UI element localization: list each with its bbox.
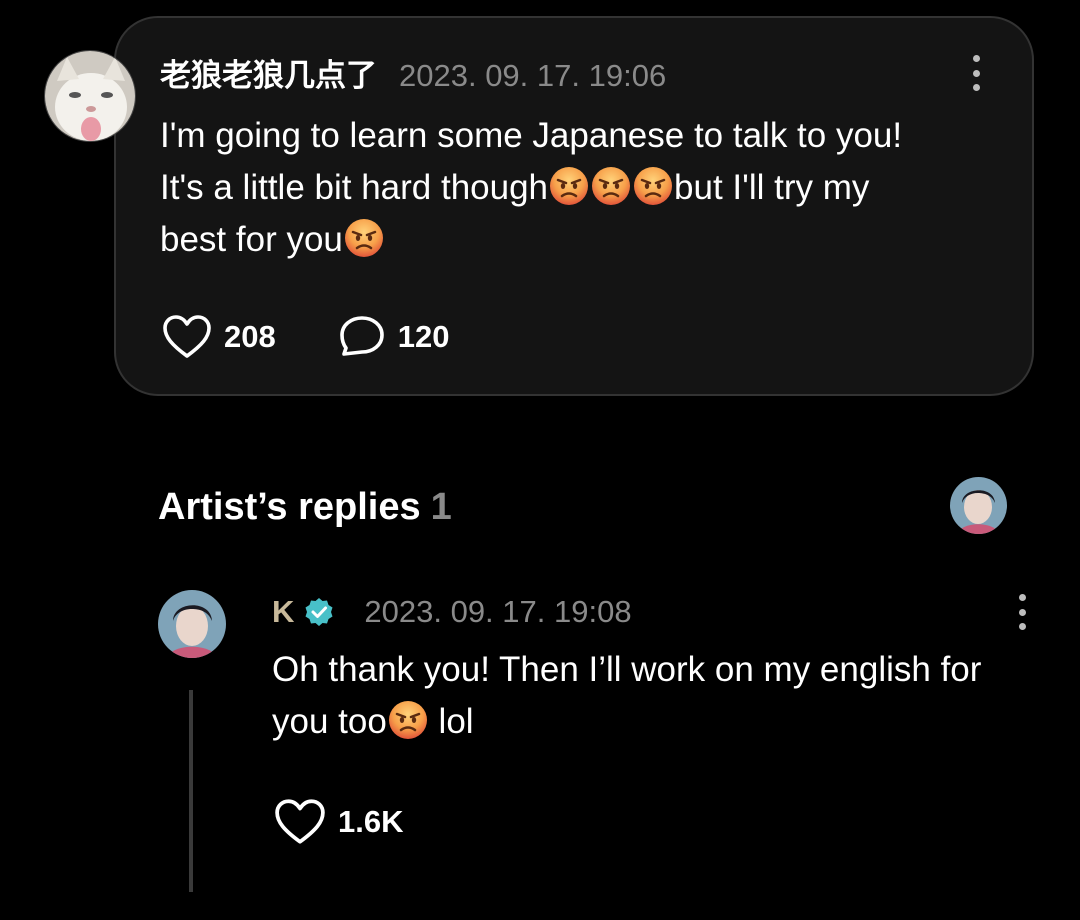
post-text-line1: I'm going to learn some Japanese to talk… [160,116,903,155]
post-header: 老狼老狼几点了 2023. 09. 17. 19:06 [160,56,666,96]
artist-avatar-icon [950,477,1007,534]
artist-replies-heading: Artist’s replies 1 [158,484,452,530]
post-like-button[interactable]: 208 [162,314,276,360]
angry-face-emoji-icon [550,167,589,205]
post-actions: 208 120 [162,314,449,360]
post-more-options-icon[interactable] [970,55,982,91]
angry-face-emoji-icon [388,701,427,739]
artist-small-avatar[interactable] [950,477,1007,534]
reply-actions: 1.6K [274,798,403,846]
reply-text: Oh thank you! Then I’ll work on my engli… [272,650,982,741]
post-text-line2b: but I'll try my [674,168,870,207]
post-text-line2a: It's a little bit hard though [160,168,549,207]
post-comment-count: 120 [397,319,450,354]
heart-icon [275,799,325,844]
reply-body: Oh thank you! Then I’ll work on my engli… [272,644,1032,748]
reply-header: K 2023. 09. 17. 19:08 [272,592,632,632]
post-body: I'm going to learn some Japanese to talk… [160,110,1010,266]
heart-icon [163,315,211,358]
comment-bubble-icon [339,316,384,356]
reply-like-count: 1.6K [338,804,404,839]
reply-timestamp: 2023. 09. 17. 19:08 [364,594,632,629]
artist-replies-count: 1 [430,486,452,528]
reply-like-button[interactable]: 1.6K [274,798,403,846]
post-author-avatar[interactable] [44,50,136,142]
verified-badge-icon [305,598,333,626]
app-root: 老狼老狼几点了 2023. 09. 17. 19:06 I'm going to… [0,0,1080,920]
post-comment-button[interactable]: 120 [338,314,450,360]
reply-more-options-icon[interactable] [1016,594,1028,630]
reply-author-avatar[interactable] [158,590,226,658]
angry-face-emoji-icon [592,167,631,205]
angry-face-emoji-icon [344,219,383,257]
cat-avatar-icon [45,51,135,141]
reply-thread-line [189,690,193,892]
post-timestamp: 2023. 09. 17. 19:06 [399,58,667,93]
reply-username[interactable]: K [272,592,294,632]
post-username[interactable]: 老狼老狼几点了 [160,56,377,96]
angry-face-emoji-icon [634,167,673,205]
artist-avatar-icon [158,590,226,658]
post-text-line3: best for you [160,220,343,259]
reply-text-suffix: lol [428,702,474,741]
post-like-count: 208 [224,319,276,354]
artist-replies-title: Artist’s replies [158,486,421,528]
